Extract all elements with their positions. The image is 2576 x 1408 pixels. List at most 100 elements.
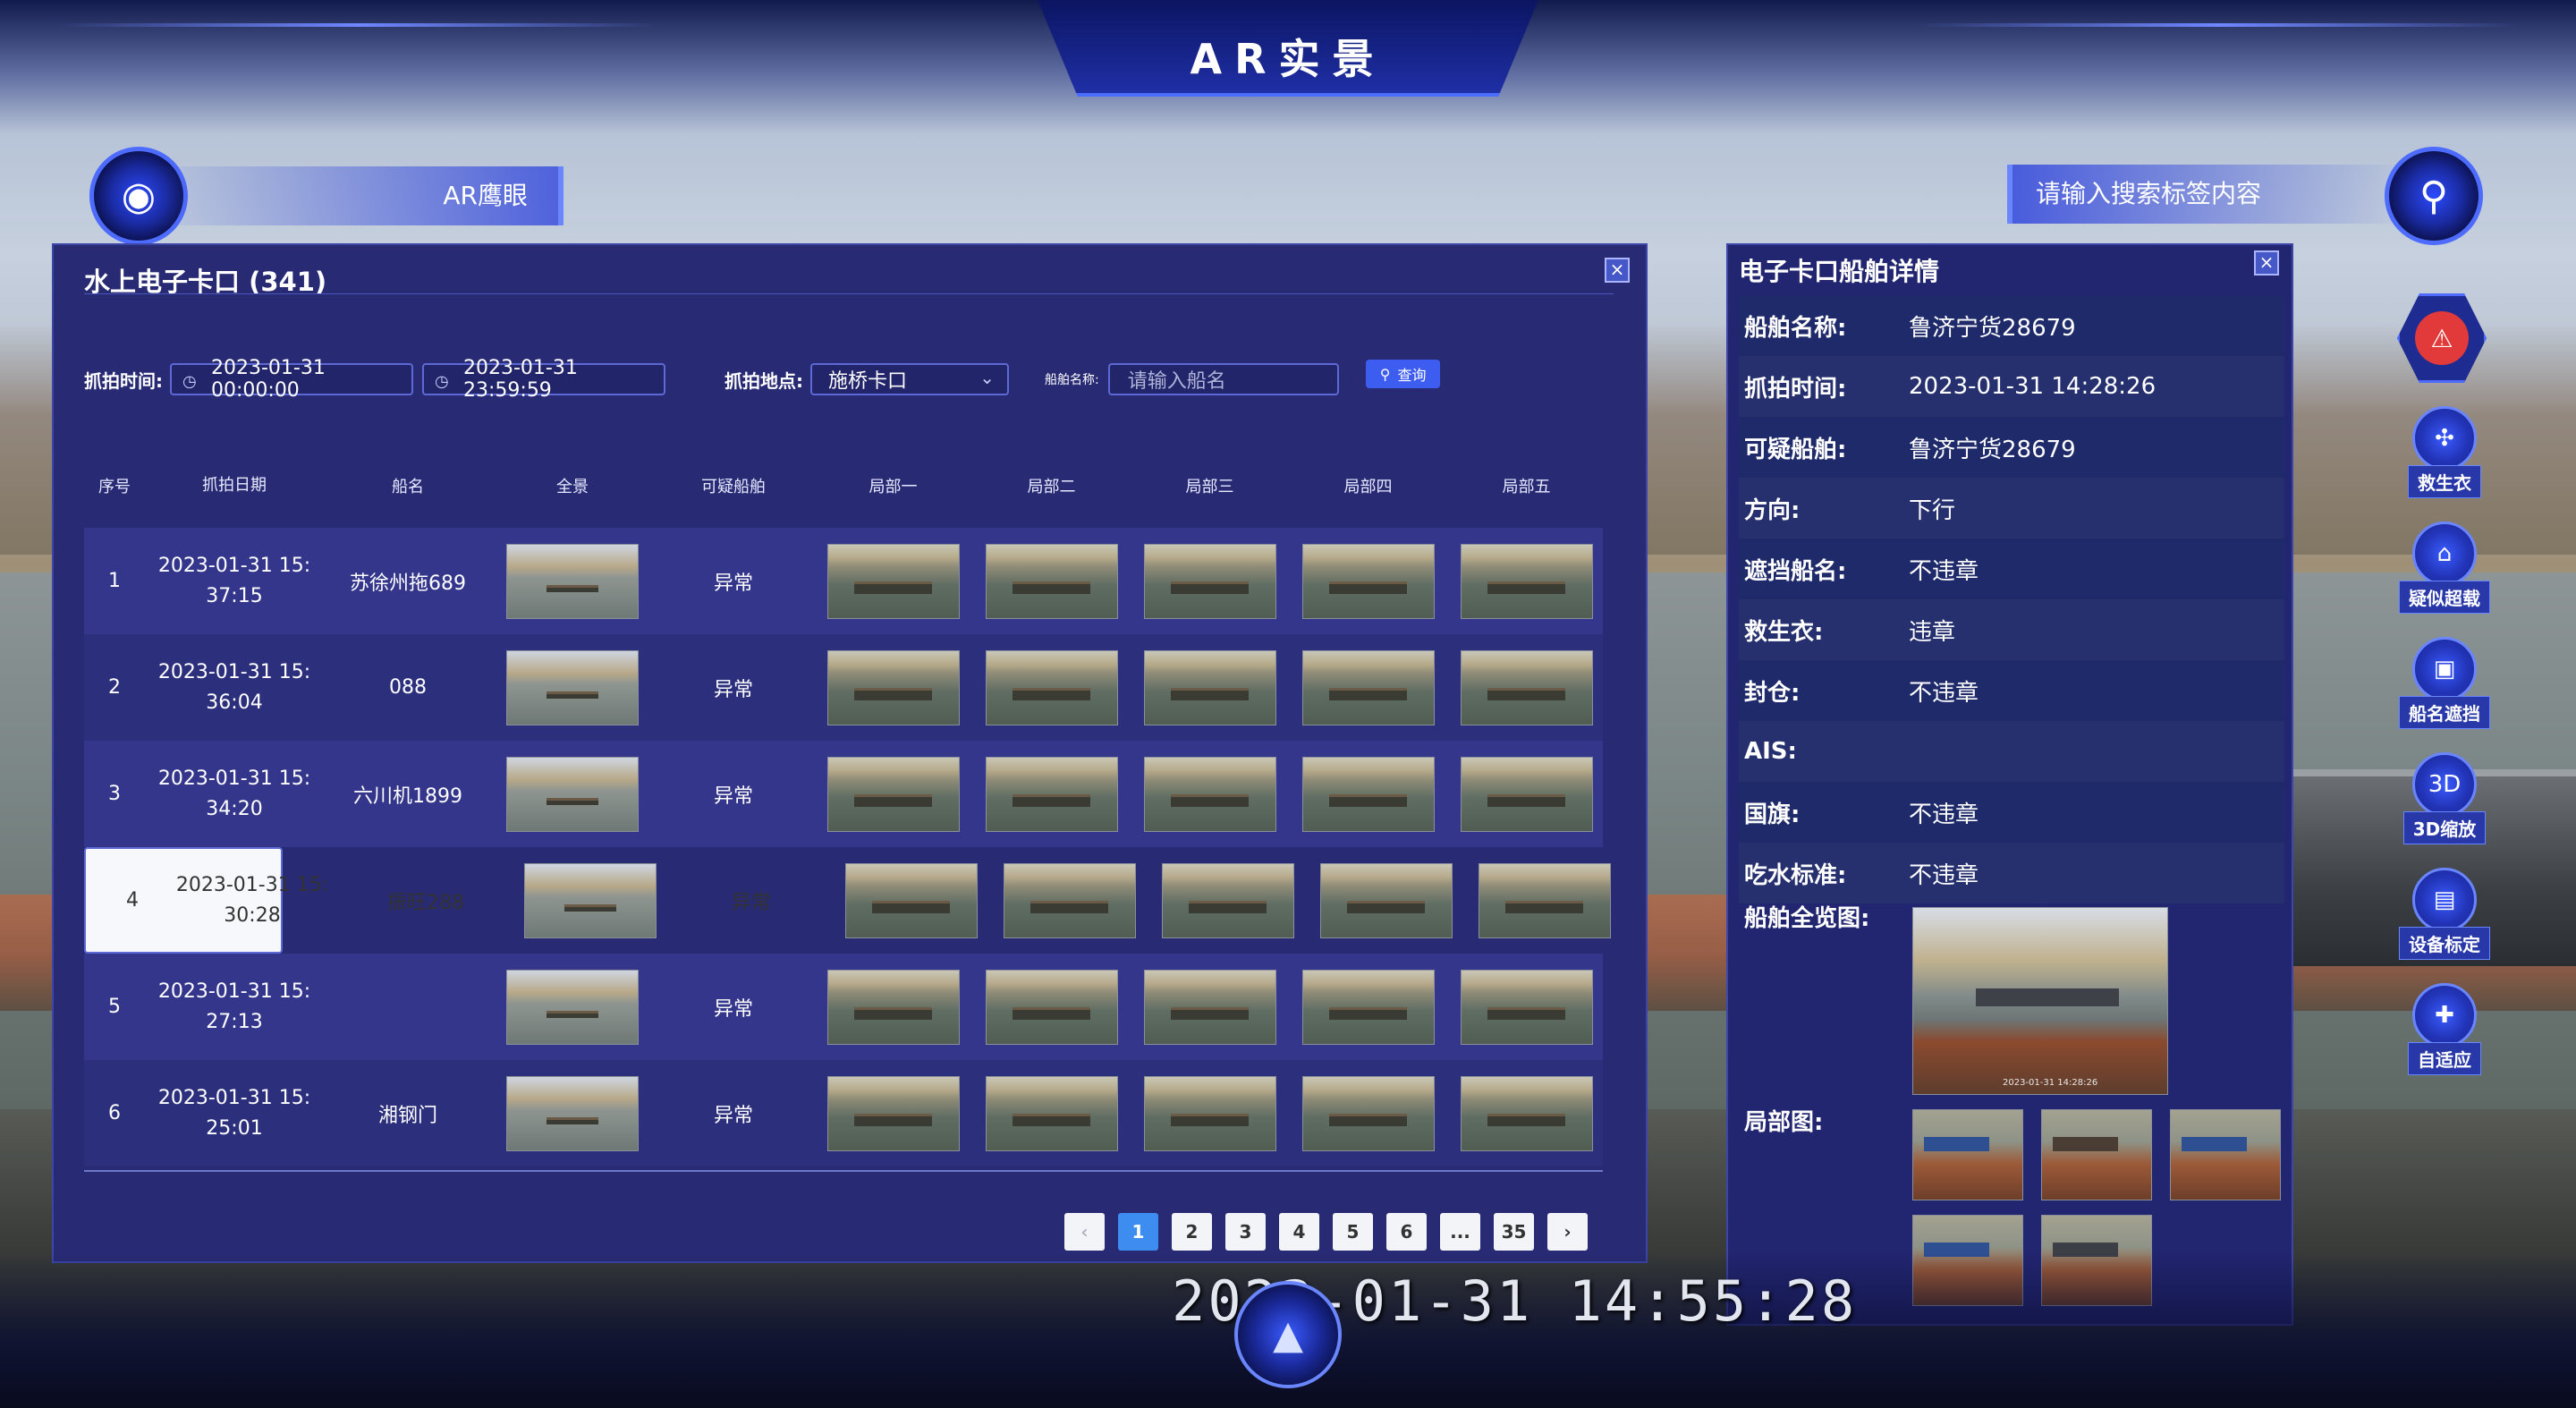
local-thumbnail[interactable]	[826, 969, 960, 1045]
boat-shape	[546, 691, 599, 699]
local-thumbnail[interactable]	[1143, 756, 1276, 832]
local-thumbnail[interactable]	[1143, 649, 1276, 725]
local-thumbnail[interactable]	[1319, 862, 1453, 938]
local-thumbnail[interactable]	[1301, 1075, 1435, 1151]
full-view-thumbnail[interactable]	[506, 649, 639, 725]
local-view-cell	[1148, 862, 1307, 938]
tool-button-3d[interactable]: 3D 3D缩放	[2397, 752, 2492, 844]
page-button[interactable]: 3	[1225, 1213, 1266, 1251]
boat-shape	[1346, 900, 1426, 914]
local-thumbnail[interactable]	[985, 1075, 1118, 1151]
image-timestamp: 2023-01-31 14:28:26	[2003, 1078, 2098, 1088]
full-view-thumbnail[interactable]	[506, 969, 639, 1045]
detail-value: 不违章	[1909, 801, 1979, 828]
local-thumbnail[interactable]	[1301, 969, 1435, 1045]
tool-button-camera[interactable]: ▣ 船名遮挡	[2397, 637, 2492, 729]
ar-eye-button[interactable]: AR鹰眼	[143, 166, 564, 225]
location-select[interactable]: 施桥卡口 ⌄	[810, 363, 1009, 395]
table-row[interactable]: 5 2023-01-31 15: 27:13 异常	[84, 954, 1603, 1060]
end-time-field[interactable]: ◷ 2023-01-31 23:59:59	[422, 357, 665, 402]
local-image[interactable]	[1912, 1109, 2023, 1200]
local-image[interactable]	[2170, 1109, 2281, 1200]
close-button[interactable]: ×	[2254, 250, 2279, 276]
local-thumbnail[interactable]	[1301, 649, 1435, 725]
local-thumbnail[interactable]	[826, 756, 960, 832]
top-decoration-right	[1914, 23, 2522, 27]
local-thumbnail[interactable]	[1143, 969, 1276, 1045]
start-time-field[interactable]: ◷ 2023-01-31 00:00:00	[170, 357, 413, 402]
page-button[interactable]: 4	[1279, 1213, 1319, 1251]
alarm-button[interactable]: ⚠	[2397, 293, 2487, 383]
local-thumbnail[interactable]	[826, 649, 960, 725]
page-button[interactable]: 6	[1386, 1213, 1427, 1251]
local-thumbnail[interactable]	[826, 543, 960, 619]
boat-shape	[1487, 1006, 1566, 1021]
next-page-button[interactable]: ›	[1547, 1213, 1588, 1251]
local-view-cell	[1289, 969, 1447, 1045]
capture-date-line2: 27:13	[206, 1010, 263, 1033]
tool-button-life-vest[interactable]: ✣ 救生衣	[2397, 406, 2492, 498]
close-icon: ×	[1609, 259, 1625, 280]
tool-button-device[interactable]: ▤ 设备标定	[2397, 868, 2492, 960]
start-time-value: 2023-01-31 00:00:00	[211, 357, 326, 402]
tool-button-overload[interactable]: ⌂ 疑似超载	[2397, 522, 2492, 614]
table-row[interactable]: 4 2023-01-31 15: 30:28 振旺288 异常	[84, 847, 1611, 954]
local-thumbnail[interactable]	[844, 862, 978, 938]
local-image[interactable]	[2041, 1109, 2152, 1200]
prev-page-button[interactable]: ‹	[1064, 1213, 1105, 1251]
detail-label: 国旗:	[1744, 801, 1801, 828]
page-button[interactable]: 5	[1333, 1213, 1373, 1251]
local-thumbnail[interactable]	[1143, 1075, 1276, 1151]
page-button[interactable]: 35	[1494, 1213, 1534, 1251]
column-header: 局部三	[1185, 478, 1234, 496]
ship-full-view-image[interactable]: 2023-01-31 14:28:26	[1912, 907, 2168, 1095]
table-row[interactable]: 2 2023-01-31 15: 36:04 088 异常	[84, 634, 1603, 741]
page-button[interactable]: 1	[1118, 1213, 1158, 1251]
local-view-cell	[1447, 1075, 1606, 1151]
ship-shape	[1924, 1137, 1990, 1151]
local-thumbnail[interactable]	[985, 969, 1118, 1045]
local-thumbnail[interactable]	[1460, 543, 1593, 619]
local-thumbnail[interactable]	[1143, 543, 1276, 619]
local-view-cell	[1289, 543, 1447, 619]
query-button[interactable]: ⚲ 查询	[1365, 360, 1441, 388]
page-button[interactable]: 2	[1172, 1213, 1212, 1251]
table-header: 序号 抓拍日期 船名 全景 可疑船舶 局部一 局部二 局部三 局部四 局部五	[84, 444, 1603, 528]
boat-shape	[1188, 900, 1267, 914]
home-button[interactable]: ▲	[1234, 1281, 1342, 1388]
full-view-thumbnail[interactable]	[506, 1075, 639, 1151]
clock-icon: ◷	[435, 372, 449, 391]
page-ellipsis[interactable]: ...	[1440, 1213, 1480, 1251]
detail-row: 抓拍时间: 2023-01-31 14:28:26	[1739, 356, 2284, 417]
boat-shape	[1487, 793, 1566, 808]
ship-name-input[interactable]: 请输入船名	[1107, 363, 1339, 395]
full-view-thumbnail[interactable]	[524, 862, 657, 938]
full-view-thumbnail[interactable]	[506, 543, 639, 619]
table-row[interactable]: 6 2023-01-31 15: 25:01 湘钢门 异常	[84, 1060, 1603, 1166]
search-badge[interactable]: ⚲	[2385, 147, 2483, 245]
local-thumbnail[interactable]	[1460, 969, 1593, 1045]
table-row[interactable]: 1 2023-01-31 15: 37:15 苏徐州拖689 异常	[84, 528, 1603, 634]
local-thumbnail[interactable]	[985, 756, 1118, 832]
local-thumbnail[interactable]	[1301, 756, 1435, 832]
table-row[interactable]: 3 2023-01-31 15: 34:20 六川机1899 异常	[84, 741, 1603, 847]
local-thumbnail[interactable]	[1161, 862, 1294, 938]
local-thumbnail[interactable]	[1460, 649, 1593, 725]
local-view-cell	[1447, 543, 1606, 619]
local-view-cell	[972, 1075, 1131, 1151]
local-thumbnail[interactable]	[1460, 756, 1593, 832]
local-thumbnail[interactable]	[1301, 543, 1435, 619]
local-thumbnail[interactable]	[1003, 862, 1136, 938]
search-tag-input[interactable]: 请输入搜索标签内容	[2007, 165, 2410, 224]
local-thumbnail[interactable]	[1460, 1075, 1593, 1151]
close-button[interactable]: ×	[1605, 258, 1630, 283]
query-label: 查询	[1397, 367, 1427, 384]
local-thumbnail[interactable]	[985, 649, 1118, 725]
tool-button-adapt[interactable]: ✚ 自适应	[2397, 983, 2492, 1075]
column-header: 序号	[98, 478, 131, 496]
local-thumbnail[interactable]	[985, 543, 1118, 619]
local-thumbnail[interactable]	[1478, 862, 1611, 938]
full-view-thumbnail[interactable]	[506, 756, 639, 832]
local-thumbnail[interactable]	[826, 1075, 960, 1151]
boat-shape	[1328, 687, 1408, 701]
